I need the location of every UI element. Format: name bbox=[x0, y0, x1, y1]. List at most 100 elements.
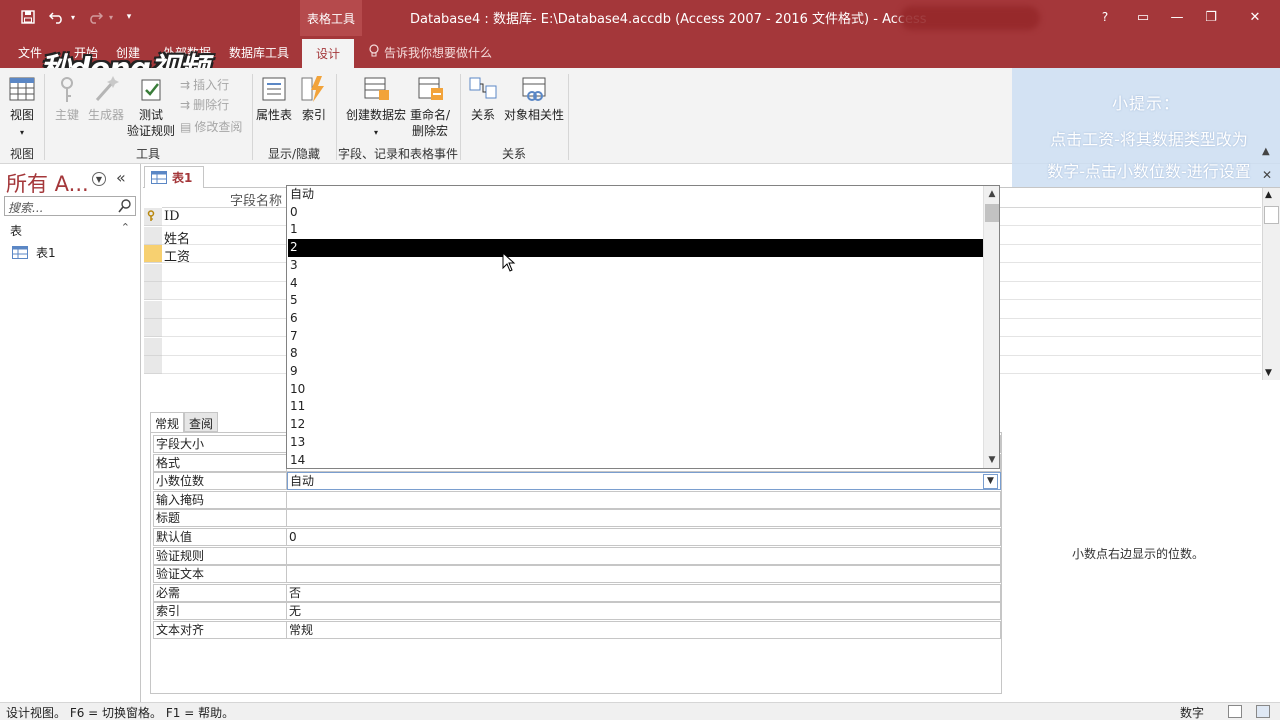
row-selector[interactable] bbox=[144, 263, 162, 282]
row-selector[interactable] bbox=[144, 319, 162, 337]
delete-rows-button[interactable]: ⇉ 删除行 bbox=[180, 96, 229, 113]
property-value[interactable]: 否 bbox=[287, 583, 1001, 602]
row-selector[interactable] bbox=[144, 300, 162, 319]
property-value[interactable]: 自动 ▼ bbox=[287, 472, 1001, 491]
property-row[interactable]: 默认值 0 bbox=[153, 528, 1001, 546]
property-row[interactable]: 小数位数 自动 ▼ bbox=[153, 472, 1001, 491]
dropdown-option[interactable]: 13 bbox=[288, 434, 984, 452]
dropdown-scrollbar[interactable]: ▲ ▼ bbox=[983, 186, 999, 468]
tab-lookup[interactable]: 查阅 bbox=[184, 412, 219, 432]
field-name-cell[interactable]: ID bbox=[164, 209, 180, 224]
chevron-down-icon[interactable]: ▼ bbox=[92, 172, 106, 186]
object-dependencies-button[interactable]: 对象相关性 bbox=[502, 74, 566, 123]
redo-icon[interactable] bbox=[84, 6, 106, 28]
chevron-up-icon[interactable]: ⌃ bbox=[121, 221, 130, 234]
property-value[interactable] bbox=[287, 565, 1001, 584]
property-sheet-button[interactable]: 属性表 bbox=[254, 74, 294, 123]
decimal-places-dropdown-list[interactable]: 自动 0 1 2 3 4 5 6 7 8 9 10 11 12 13 14 ▲ ▼ bbox=[286, 185, 1000, 469]
minimize-icon[interactable]: — bbox=[1162, 6, 1192, 28]
property-value[interactable]: 常规 bbox=[287, 621, 1001, 639]
dropdown-option[interactable]: 14 bbox=[288, 452, 984, 469]
view-icon bbox=[9, 77, 35, 101]
scroll-down-icon[interactable]: ▼ bbox=[1265, 368, 1272, 378]
property-value[interactable] bbox=[287, 509, 1001, 528]
nav-pane-title[interactable]: 所有 A... bbox=[6, 168, 89, 198]
dropdown-option[interactable]: 5 bbox=[288, 292, 984, 310]
help-icon[interactable]: ? bbox=[1090, 6, 1120, 28]
property-row[interactable]: 必需否 bbox=[153, 583, 1001, 602]
tell-me-box[interactable]: 告诉我你想要做什么 bbox=[368, 36, 492, 68]
dropdown-arrow-icon[interactable]: ▼ bbox=[983, 474, 998, 490]
modify-lookups-button[interactable]: ▤ 修改查阅 bbox=[180, 118, 242, 135]
insert-rows-button[interactable]: ⇉ 插入行 bbox=[180, 76, 229, 93]
property-row[interactable]: 输入掩码 bbox=[153, 490, 1001, 509]
restore-icon[interactable]: ❐ bbox=[1196, 6, 1226, 28]
search-icon[interactable] bbox=[117, 198, 133, 214]
row-selector[interactable] bbox=[144, 337, 162, 356]
data-macro-icon bbox=[364, 77, 389, 100]
qat-customize-icon[interactable]: ▾ bbox=[122, 6, 136, 28]
tab-design[interactable]: 设计 bbox=[302, 39, 354, 68]
dropdown-option[interactable]: 8 bbox=[288, 345, 984, 363]
close-icon[interactable]: ✕ bbox=[1240, 6, 1270, 28]
tab-general[interactable]: 常规 bbox=[150, 412, 185, 432]
property-value[interactable] bbox=[287, 490, 1001, 509]
property-row[interactable]: 索引无 bbox=[153, 602, 1001, 621]
undo-dropdown-icon[interactable]: ▾ bbox=[68, 6, 78, 28]
nav-item-table1[interactable]: 表1 bbox=[12, 242, 56, 262]
property-value[interactable] bbox=[287, 546, 1001, 565]
ribbon-display-options-icon[interactable]: ▭ bbox=[1128, 6, 1158, 28]
dropdown-option[interactable]: 9 bbox=[288, 363, 984, 381]
dropdown-option[interactable]: 10 bbox=[288, 381, 984, 399]
property-row[interactable]: 验证文本 bbox=[153, 565, 1001, 584]
relationships-button[interactable]: 关系 bbox=[466, 74, 500, 123]
collapse-ribbon-icon[interactable]: ▲ bbox=[1262, 146, 1276, 160]
primary-key-button[interactable]: 主键 bbox=[50, 74, 84, 123]
test-validation-rules-button[interactable]: 测试 验证规则 bbox=[124, 74, 178, 139]
rename-delete-macro-button[interactable]: 重命名/ 删除宏 bbox=[406, 74, 454, 139]
design-view-icon[interactable] bbox=[1256, 705, 1270, 718]
scroll-up-icon[interactable]: ▲ bbox=[1265, 190, 1272, 200]
dropdown-option[interactable]: 7 bbox=[288, 328, 984, 346]
nav-search-input[interactable]: 搜索... bbox=[4, 196, 136, 216]
builder-button[interactable]: 生成器 bbox=[84, 74, 128, 123]
scroll-thumb[interactable] bbox=[1264, 206, 1279, 224]
row-selector[interactable] bbox=[144, 282, 162, 300]
property-row[interactable]: 验证规则 bbox=[153, 546, 1001, 565]
scroll-down-icon[interactable]: ▼ bbox=[984, 452, 999, 468]
dropdown-option[interactable]: 11 bbox=[288, 398, 984, 416]
row-selector[interactable] bbox=[144, 356, 162, 374]
property-value[interactable]: 0 bbox=[287, 528, 1001, 546]
undo-icon[interactable] bbox=[46, 6, 68, 28]
grid-scrollbar[interactable]: ▲ ▼ bbox=[1262, 188, 1280, 380]
tab-database-tools[interactable]: 数据库工具 bbox=[222, 36, 296, 68]
row-selector[interactable] bbox=[144, 245, 162, 263]
property-row[interactable]: 标题 bbox=[153, 509, 1001, 528]
row-selector[interactable] bbox=[144, 208, 162, 226]
dropdown-option[interactable]: 0 bbox=[288, 204, 984, 222]
property-row[interactable]: 文本对齐 常规 bbox=[153, 621, 1001, 639]
scroll-up-icon[interactable]: ▲ bbox=[984, 186, 999, 202]
document-tab-table1[interactable]: 表1 bbox=[144, 166, 204, 188]
field-name-cell[interactable]: 姓名 bbox=[164, 228, 190, 247]
property-value[interactable]: 无 bbox=[287, 602, 1001, 621]
redo-dropdown-icon[interactable]: ▾ bbox=[106, 6, 116, 28]
create-data-macros-button[interactable]: 创建数据宏 ▾ bbox=[342, 74, 410, 141]
nav-group-header[interactable]: 表 ⌃ bbox=[4, 220, 136, 240]
dropdown-option[interactable]: 2 bbox=[288, 239, 984, 257]
field-name-cell[interactable]: 工资 bbox=[164, 246, 190, 265]
row-selector[interactable] bbox=[144, 226, 162, 245]
indexes-button[interactable]: 索引 bbox=[298, 74, 330, 123]
dropdown-option[interactable]: 6 bbox=[288, 310, 984, 328]
dropdown-option[interactable]: 3 bbox=[288, 257, 984, 275]
collapse-pane-icon[interactable]: « bbox=[116, 168, 126, 187]
view-button[interactable]: 视图 ▾ bbox=[4, 74, 40, 141]
dropdown-option[interactable]: 自动 bbox=[288, 186, 984, 204]
save-icon[interactable] bbox=[18, 6, 38, 28]
dropdown-option[interactable]: 4 bbox=[288, 275, 984, 293]
dropdown-option[interactable]: 12 bbox=[288, 416, 984, 434]
dropdown-option[interactable]: 1 bbox=[288, 221, 984, 239]
close-document-icon[interactable]: ✕ bbox=[1262, 168, 1276, 182]
scroll-thumb[interactable] bbox=[985, 204, 999, 222]
datasheet-view-icon[interactable] bbox=[1228, 705, 1242, 718]
